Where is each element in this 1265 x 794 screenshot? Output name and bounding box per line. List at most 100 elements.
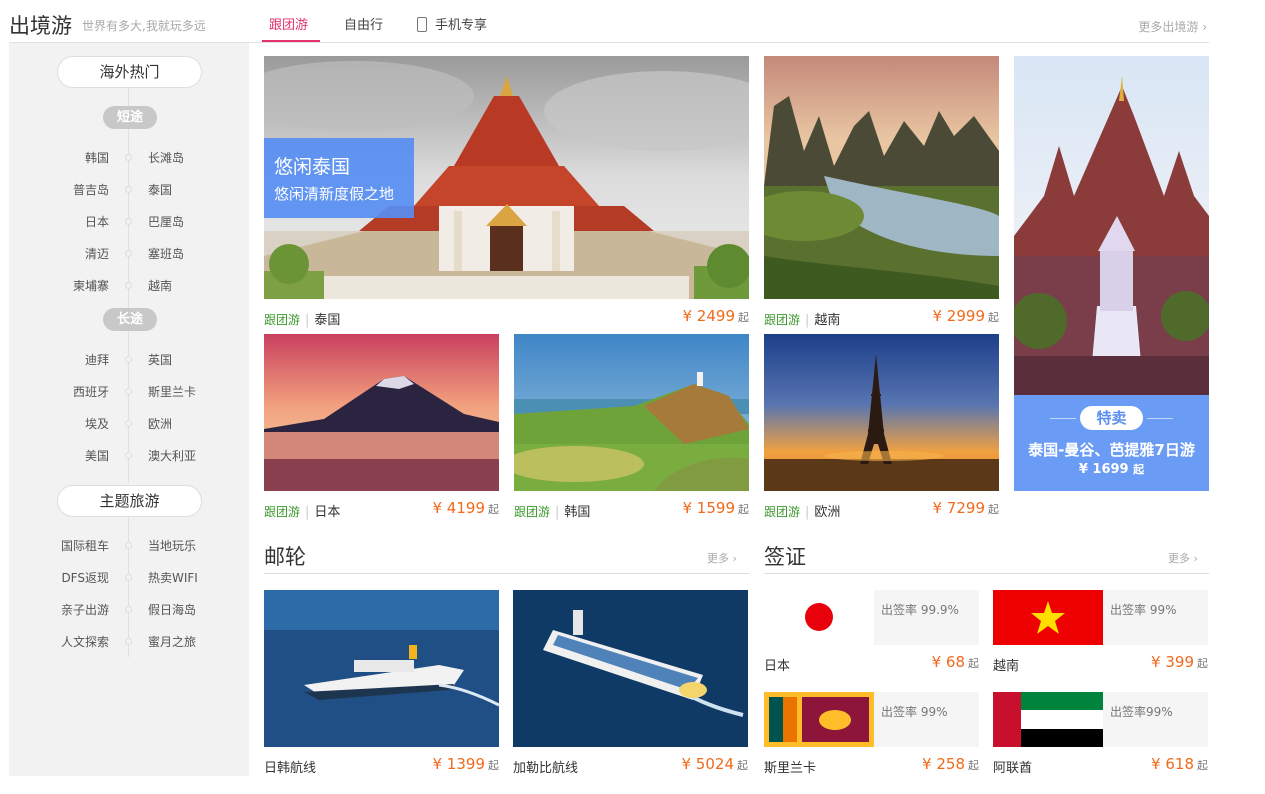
tag-label: 跟团游 (514, 505, 551, 519)
europe-image[interactable] (764, 334, 999, 491)
overseas-hot-title[interactable]: 海外热门 (57, 56, 202, 88)
promo-panel[interactable]: 特卖 泰国-曼谷、芭提雅7日游 ¥ 1699 起 (1014, 395, 1209, 491)
card-price: ¥ 7299 起 (932, 499, 1000, 517)
japan-flag-icon (764, 590, 874, 645)
sidebar-link[interactable]: 人文探索 (61, 633, 109, 650)
korea-image[interactable] (514, 334, 749, 491)
tab-free-travel[interactable]: 自由行 (344, 14, 383, 33)
vietnam-image[interactable] (764, 56, 999, 299)
divider (1050, 418, 1076, 419)
promo-badge: 特卖 (1080, 406, 1143, 430)
timeline-dot (125, 638, 132, 645)
sidebar-row: 日本 巴厘岛 (9, 213, 249, 229)
more-outbound-link[interactable]: 更多出境游 › (1138, 18, 1207, 35)
timeline-dot (125, 250, 132, 257)
uae-flag-icon (993, 692, 1103, 747)
banner-subtitle: 悠闲清新度假之地 (274, 185, 395, 203)
theme-travel-title[interactable]: 主题旅游 (57, 485, 202, 517)
cruise-more-link[interactable]: 更多 › (707, 550, 737, 566)
sidebar-link[interactable]: 斯里兰卡 (148, 383, 196, 400)
cruise-image[interactable] (264, 590, 499, 747)
tab-mobile-label: 手机专享 (435, 18, 488, 33)
sidebar-link[interactable]: 泰国 (148, 181, 172, 198)
visa-card-uae[interactable]: 出签率99% (993, 692, 1208, 747)
long-trip-badge: 长途 (103, 308, 157, 331)
sidebar-link[interactable]: 埃及 (85, 415, 109, 432)
thailand-banner[interactable]: 悠闲泰国 悠闲清新度假之地 (264, 138, 414, 218)
card-caption[interactable]: 跟团游 | 泰国 (264, 309, 340, 328)
sidebar-link[interactable]: 欧洲 (148, 415, 172, 432)
promo-title: 泰国-曼谷、芭提雅7日游 (1028, 441, 1195, 459)
visa-card-vietnam[interactable]: 出签率 99% (993, 590, 1208, 645)
sidebar-row: 西班牙 斯里兰卡 (9, 383, 249, 399)
visa-country[interactable]: 日本 (764, 655, 790, 674)
sidebar-link[interactable]: 假日海岛 (148, 601, 196, 618)
timeline-dot (125, 218, 132, 225)
sidebar-link[interactable]: DFS返现 (61, 569, 109, 586)
sidebar-link[interactable]: 美国 (85, 447, 109, 464)
visa-card-japan[interactable]: 出签率 99.9% (764, 590, 979, 645)
visa-country[interactable]: 斯里兰卡 (764, 757, 816, 776)
outbound-travel-page: 出境游 世界有多大,我就玩多远 跟团游 自由行 手机专享 更多出境游 › 海外热… (0, 0, 1265, 794)
page-title: 出境游 (9, 14, 72, 38)
visa-price: ¥ 399 起 (1151, 653, 1208, 671)
sidebar-link[interactable]: 当地玩乐 (148, 537, 196, 554)
sidebar-link[interactable]: 国际租车 (61, 537, 109, 554)
card-price: ¥ 4199 起 (432, 499, 500, 517)
cruise-image[interactable] (513, 590, 748, 747)
sidebar-link[interactable]: 迪拜 (85, 351, 109, 368)
sidebar-link[interactable]: 亲子出游 (61, 601, 109, 618)
sidebar-row: 人文探索 蜜月之旅 (9, 633, 249, 649)
timeline-dot (125, 574, 132, 581)
visa-card-srilanka[interactable]: 出签率 99% (764, 692, 979, 747)
phone-icon (417, 17, 427, 32)
sidebar-row: 迪拜 英国 (9, 351, 249, 367)
card-caption[interactable]: 跟团游 | 越南 (764, 309, 840, 328)
page-subtitle: 世界有多大,我就玩多远 (82, 19, 206, 33)
sidebar-link[interactable]: 普吉岛 (73, 181, 109, 198)
visa-country[interactable]: 越南 (993, 655, 1019, 674)
promo-image[interactable] (1014, 56, 1209, 396)
sidebar-link[interactable]: 塞班岛 (148, 245, 184, 262)
sidebar-row: 国际租车 当地玩乐 (9, 537, 249, 553)
sidebar-link[interactable]: 巴厘岛 (148, 213, 184, 230)
cruise-price: ¥ 1399 起 (432, 755, 500, 773)
sidebar-link[interactable]: 西班牙 (73, 383, 109, 400)
sidebar-link[interactable]: 清迈 (85, 245, 109, 262)
sidebar-link[interactable]: 澳大利亚 (148, 447, 196, 464)
card-caption[interactable]: 跟团游 | 韩国 (514, 501, 590, 520)
card-caption[interactable]: 跟团游 | 日本 (264, 501, 340, 520)
visa-rate: 出签率99% (1110, 705, 1173, 719)
sidebar-link[interactable]: 韩国 (85, 149, 109, 166)
sidebar-row: 美国 澳大利亚 (9, 447, 249, 463)
card-price: ¥ 2499 起 (682, 307, 750, 325)
tag-label: 跟团游 (764, 313, 801, 327)
visa-rate: 出签率 99% (881, 705, 948, 719)
active-tab-indicator (262, 40, 320, 42)
visa-more-link[interactable]: 更多 › (1168, 550, 1198, 566)
cruise-section-title: 邮轮 (264, 545, 306, 569)
tab-mobile-exclusive[interactable]: 手机专享 (417, 14, 487, 33)
sidebar-link[interactable]: 越南 (148, 277, 172, 294)
tag-label: 跟团游 (264, 313, 301, 327)
visa-section-title: 签证 (764, 545, 806, 569)
sidebar-link[interactable]: 日本 (85, 213, 109, 230)
japan-image[interactable] (264, 334, 499, 491)
timeline-dot (125, 606, 132, 613)
sidebar-link[interactable]: 长滩岛 (148, 149, 184, 166)
tab-group-tour[interactable]: 跟团游 (269, 14, 308, 33)
sidebar-link[interactable]: 热卖WIFI (148, 569, 198, 586)
sidebar-link[interactable]: 英国 (148, 351, 172, 368)
sidebar: 海外热门 短途 韩国 长滩岛 普吉岛 泰国 日本 巴厘岛 清迈 塞班岛 柬埔寨 越南 长途 迪拜 英… (9, 43, 249, 776)
sidebar-link[interactable]: 柬埔寨 (73, 277, 109, 294)
vietnam-flag-icon (993, 590, 1103, 645)
tag-label: 跟团游 (764, 505, 801, 519)
timeline-dot (125, 388, 132, 395)
cruise-name[interactable]: 日韩航线 (264, 757, 316, 776)
visa-price: ¥ 618 起 (1151, 755, 1208, 773)
divider (764, 573, 1209, 574)
visa-country[interactable]: 阿联酋 (993, 757, 1032, 776)
sidebar-link[interactable]: 蜜月之旅 (148, 633, 196, 650)
cruise-name[interactable]: 加勒比航线 (513, 757, 578, 776)
card-caption[interactable]: 跟团游 | 欧洲 (764, 501, 840, 520)
